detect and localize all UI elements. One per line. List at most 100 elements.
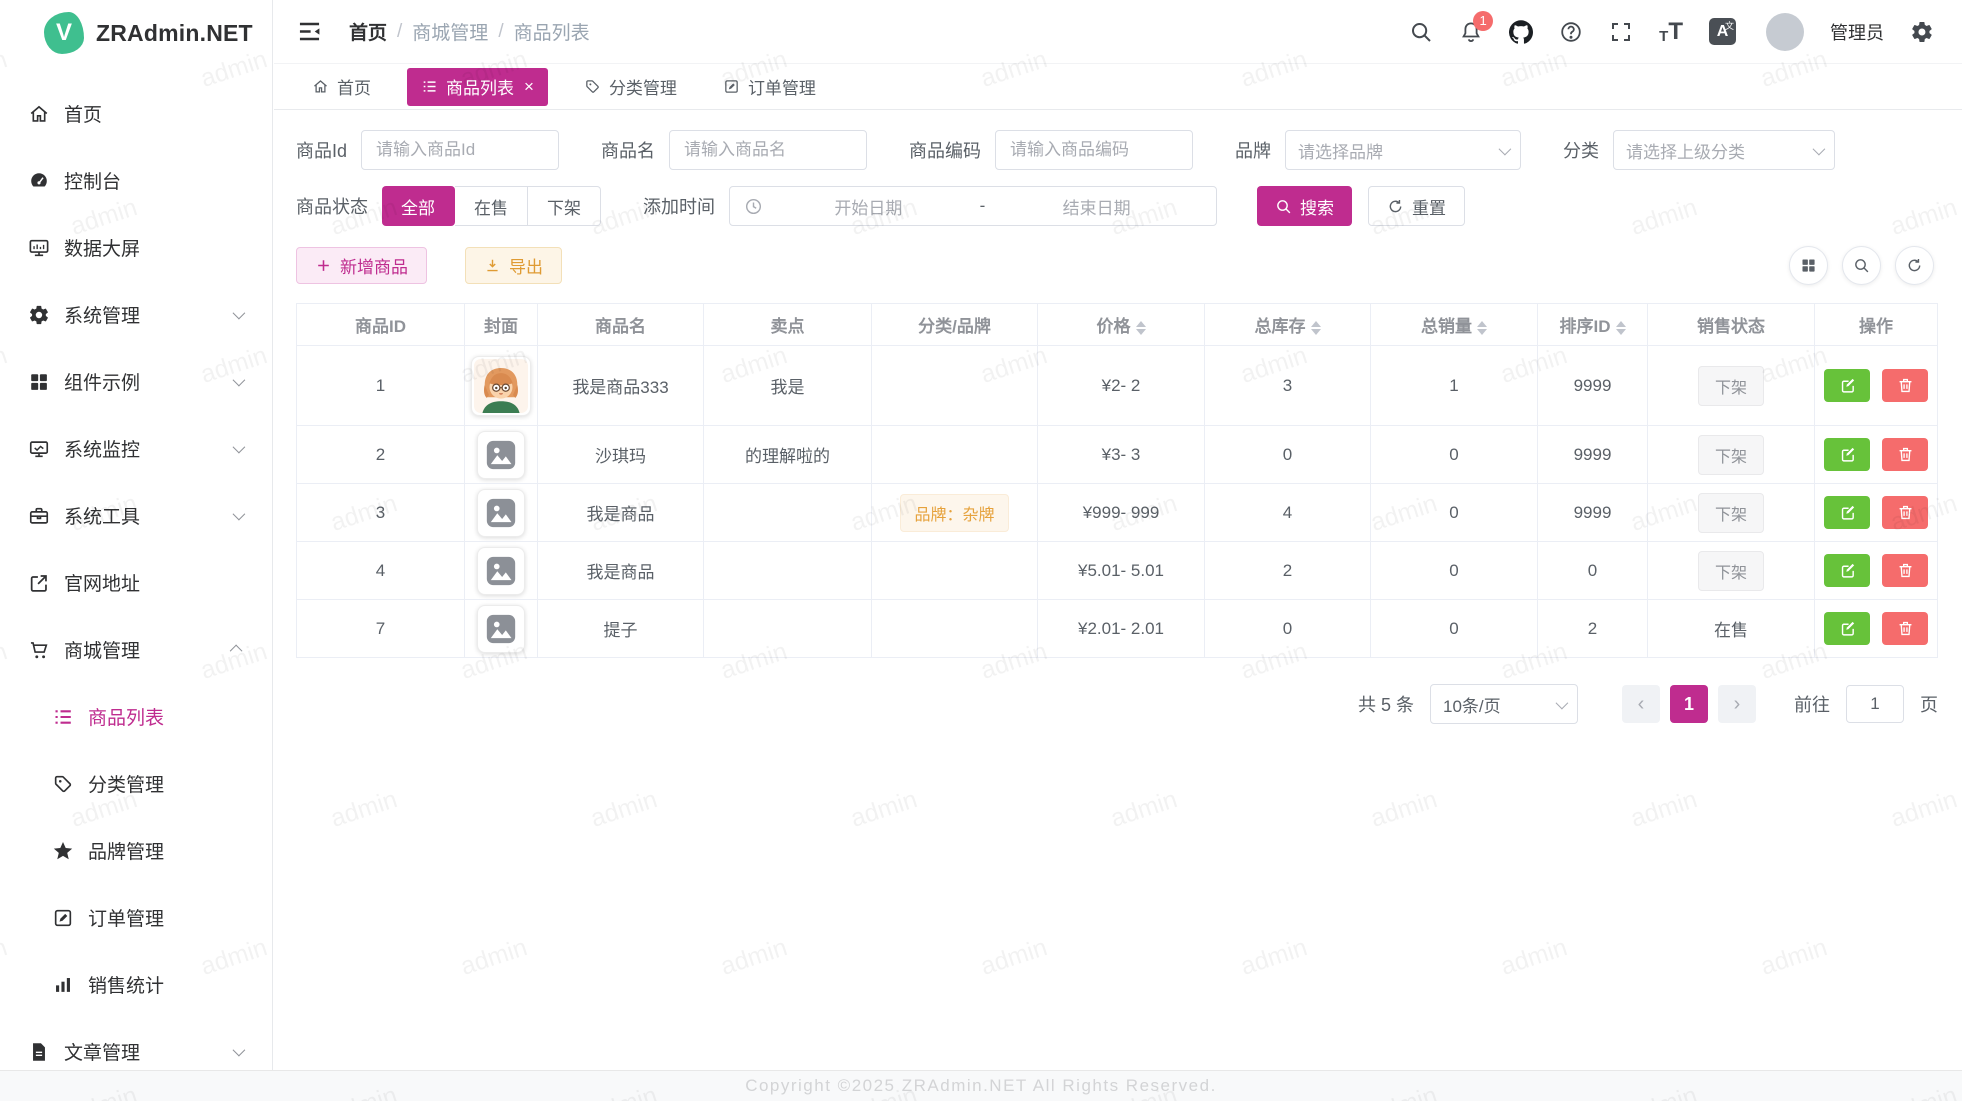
sidebar-item[interactable]: 首页 bbox=[0, 80, 272, 147]
delete-button[interactable] bbox=[1882, 554, 1928, 587]
product-photo bbox=[474, 359, 528, 413]
cell-cover bbox=[465, 600, 538, 658]
cover-image[interactable] bbox=[477, 605, 525, 653]
tab-close-icon[interactable]: × bbox=[524, 78, 534, 95]
clock-icon bbox=[744, 197, 763, 216]
collapse-sidebar-icon[interactable] bbox=[296, 18, 323, 45]
column-settings-icon[interactable] bbox=[1789, 246, 1828, 285]
cover-image[interactable] bbox=[477, 431, 525, 479]
github-icon[interactable] bbox=[1509, 20, 1533, 44]
column-header[interactable]: 商品ID bbox=[297, 304, 465, 346]
column-header[interactable]: 分类/品牌 bbox=[872, 304, 1038, 346]
breadcrumb-home[interactable]: 首页 bbox=[349, 18, 387, 45]
help-icon[interactable] bbox=[1559, 20, 1583, 44]
column-header[interactable]: 商品名 bbox=[538, 304, 704, 346]
menu-icon bbox=[28, 103, 50, 125]
column-header[interactable]: 总库存 bbox=[1205, 304, 1371, 346]
reset-button[interactable]: 重置 bbox=[1368, 186, 1465, 226]
product-code-input[interactable] bbox=[995, 130, 1193, 170]
language-icon[interactable]: A文 bbox=[1709, 18, 1736, 45]
sidebar-item[interactable]: 控制台 bbox=[0, 147, 272, 214]
search-icon[interactable] bbox=[1409, 20, 1433, 44]
page-tab[interactable]: 分类管理 bbox=[574, 68, 687, 106]
next-page-button[interactable]: › bbox=[1718, 685, 1756, 723]
chevron-down-icon bbox=[1813, 142, 1826, 155]
edit-button[interactable] bbox=[1824, 496, 1870, 529]
edit-button[interactable] bbox=[1824, 554, 1870, 587]
sidebar-item[interactable]: 品牌管理 bbox=[0, 817, 272, 884]
sidebar-item[interactable]: 订单管理 bbox=[0, 884, 272, 951]
table-row: 7 bbox=[297, 600, 1938, 658]
sidebar-item[interactable]: 系统监控 bbox=[0, 415, 272, 482]
status-option[interactable]: 在售 bbox=[455, 186, 528, 226]
product-list-page: V ZRAdmin.NET 首页 控制台 数据大屏 bbox=[0, 0, 1962, 1101]
cover-image[interactable] bbox=[477, 489, 525, 537]
column-header[interactable]: 卖点 bbox=[704, 304, 872, 346]
cell-sort-id: 9999 bbox=[1538, 426, 1648, 484]
fullscreen-icon[interactable] bbox=[1609, 20, 1633, 44]
page-tab[interactable]: 订单管理 bbox=[713, 68, 826, 106]
page-size-select[interactable]: 10条/页 bbox=[1430, 684, 1578, 724]
status-option[interactable]: 全部 bbox=[382, 186, 455, 226]
user-avatar[interactable] bbox=[1766, 13, 1804, 51]
sort-icons[interactable] bbox=[1477, 321, 1487, 335]
page-tab[interactable]: 首页 bbox=[302, 68, 381, 106]
product-name-input[interactable] bbox=[669, 130, 867, 170]
sidebar-item[interactable]: 数据大屏 bbox=[0, 214, 272, 281]
sidebar-item[interactable]: 分类管理 bbox=[0, 750, 272, 817]
column-label: 商品ID bbox=[355, 317, 406, 336]
menu-icon bbox=[28, 572, 50, 594]
goto-page-input[interactable] bbox=[1846, 685, 1904, 723]
sort-icons[interactable] bbox=[1311, 321, 1321, 335]
column-header[interactable]: 封面 bbox=[465, 304, 538, 346]
product-id-input[interactable] bbox=[361, 130, 559, 170]
sidebar: V ZRAdmin.NET 首页 控制台 数据大屏 bbox=[0, 0, 273, 1070]
brand-select[interactable]: 请选择品牌 bbox=[1285, 130, 1521, 170]
menu-label: 品牌管理 bbox=[88, 837, 242, 864]
cell-sales: 0 bbox=[1371, 426, 1538, 484]
sidebar-item[interactable]: 商品列表 bbox=[0, 683, 272, 750]
sidebar-item[interactable]: 销售统计 bbox=[0, 951, 272, 1018]
delete-button[interactable] bbox=[1882, 612, 1928, 645]
delete-button[interactable] bbox=[1882, 496, 1928, 529]
export-button[interactable]: 导出 bbox=[465, 247, 562, 284]
app-logo[interactable]: V ZRAdmin.NET bbox=[0, 0, 272, 66]
sidebar-item[interactable]: 商城管理 bbox=[0, 616, 272, 683]
column-header[interactable]: 排序ID bbox=[1538, 304, 1648, 346]
sidebar-item[interactable]: 系统管理 bbox=[0, 281, 272, 348]
username[interactable]: 管理员 bbox=[1830, 19, 1884, 45]
font-size-icon[interactable]: TT bbox=[1659, 20, 1683, 44]
edit-button[interactable] bbox=[1824, 438, 1870, 471]
date-range-picker[interactable]: 开始日期 - 结束日期 bbox=[729, 186, 1217, 226]
edit-button[interactable] bbox=[1824, 612, 1870, 645]
sidebar-item[interactable]: 组件示例 bbox=[0, 348, 272, 415]
sidebar-item[interactable]: 系统工具 bbox=[0, 482, 272, 549]
current-page[interactable]: 1 bbox=[1670, 685, 1708, 723]
edit-pen-icon bbox=[1839, 377, 1856, 394]
cover-image[interactable] bbox=[477, 547, 525, 595]
add-product-button[interactable]: 新增商品 bbox=[296, 247, 427, 284]
cell-product-id: 1 bbox=[297, 346, 465, 426]
delete-button[interactable] bbox=[1882, 369, 1928, 402]
edit-button[interactable] bbox=[1824, 369, 1870, 402]
column-header[interactable]: 价格 bbox=[1038, 304, 1205, 346]
status-option[interactable]: 下架 bbox=[528, 186, 601, 226]
column-header[interactable]: 总销量 bbox=[1371, 304, 1538, 346]
delete-button[interactable] bbox=[1882, 438, 1928, 471]
sidebar-item[interactable]: 官网地址 bbox=[0, 549, 272, 616]
prev-page-button[interactable]: ‹ bbox=[1622, 685, 1660, 723]
sort-icons[interactable] bbox=[1616, 321, 1626, 335]
menu-icon bbox=[28, 505, 50, 527]
breadcrumb-shop[interactable]: 商城管理 bbox=[412, 18, 488, 45]
category-select[interactable]: 请选择上级分类 bbox=[1613, 130, 1835, 170]
settings-gear-icon[interactable] bbox=[1910, 20, 1934, 44]
notification-bell-icon[interactable]: 1 bbox=[1459, 20, 1483, 44]
column-header[interactable]: 销售状态 bbox=[1648, 304, 1815, 346]
sort-icons[interactable] bbox=[1136, 321, 1146, 335]
table-refresh-icon[interactable] bbox=[1895, 246, 1934, 285]
search-button[interactable]: 搜索 bbox=[1257, 186, 1352, 226]
cover-image[interactable] bbox=[471, 356, 531, 416]
page-tab[interactable]: 商品列表 × bbox=[407, 68, 548, 106]
column-header[interactable]: 操作 bbox=[1815, 304, 1938, 346]
table-search-icon[interactable] bbox=[1842, 246, 1881, 285]
